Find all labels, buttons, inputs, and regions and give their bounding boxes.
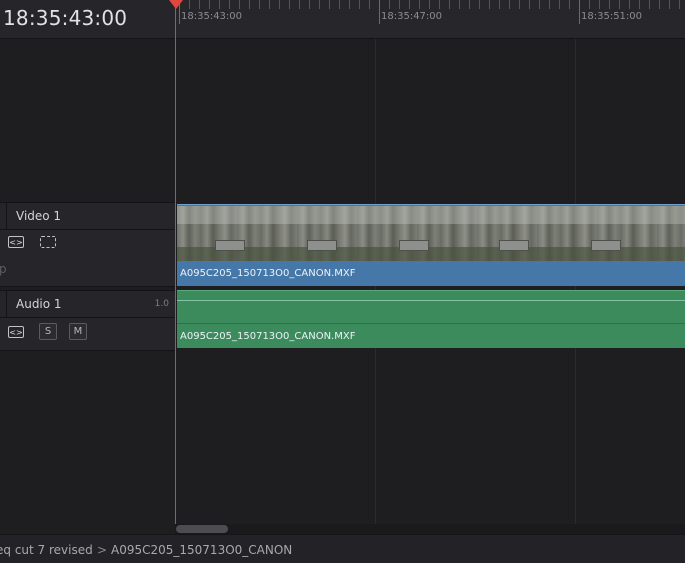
ruler-tick <box>259 0 260 9</box>
mute-button[interactable]: M <box>69 323 87 340</box>
ruler-tick <box>499 0 500 9</box>
ruler-tick <box>649 0 650 9</box>
ruler-tick <box>449 0 450 9</box>
ruler-tick <box>209 0 210 9</box>
ruler-tick <box>439 0 440 9</box>
ruler-tick <box>459 0 460 9</box>
ruler-tick <box>519 0 520 9</box>
playhead-handle[interactable] <box>169 0 183 9</box>
ruler-tick <box>349 0 350 9</box>
ruler-tick <box>579 0 580 24</box>
ruler-tick <box>329 0 330 9</box>
ruler-tick <box>669 0 670 9</box>
ruler-label-1: 18:35:43:00 <box>181 11 243 22</box>
ruler-tick <box>469 0 470 9</box>
ruler-label-3: 18:35:51:00 <box>581 11 643 22</box>
ruler-tick <box>279 0 280 9</box>
ruler-tick <box>309 0 310 9</box>
ruler-tick <box>189 0 190 9</box>
ruler-tick <box>409 0 410 9</box>
ruler-tick <box>239 0 240 9</box>
ruler-tick <box>399 0 400 9</box>
ruler-tick <box>219 0 220 9</box>
ruler-tick <box>629 0 630 9</box>
ruler-tick <box>299 0 300 9</box>
breadcrumb-parent[interactable]: eq cut 7 revised <box>0 543 93 557</box>
ruler-tick <box>529 0 530 9</box>
auto-track-selector-icon[interactable]: <> <box>8 236 24 248</box>
ruler-tick <box>319 0 320 9</box>
ruler-tick <box>249 0 250 9</box>
ruler-tick <box>569 0 570 9</box>
audio-track-name[interactable]: Audio 1 <box>16 297 62 311</box>
audio-clip[interactable]: A095C205_150713O0_CANON.MXF <box>177 290 685 348</box>
ruler-tick <box>389 0 390 9</box>
video-track-name[interactable]: Video 1 <box>16 209 61 223</box>
scrollbar-thumb[interactable] <box>176 525 228 533</box>
video-clip[interactable]: A095C205_150713O0_CANON.MXF <box>177 204 685 286</box>
ruler-tick <box>489 0 490 9</box>
ruler-tick <box>679 0 680 9</box>
ruler-tick <box>479 0 480 9</box>
ruler-tick <box>199 0 200 9</box>
ruler-tick <box>589 0 590 9</box>
ruler-tick <box>289 0 290 9</box>
ruler-tick <box>229 0 230 9</box>
audio-waveform-line <box>177 300 685 301</box>
ruler-tick <box>619 0 620 9</box>
filmstrip-icon[interactable] <box>40 236 56 248</box>
audio-track-level: 1.0 <box>154 299 169 309</box>
ruler-tick <box>509 0 510 9</box>
breadcrumb-separator: > <box>97 543 108 557</box>
ruler-tick <box>599 0 600 9</box>
solo-button[interactable]: S <box>39 323 57 340</box>
playhead-line[interactable] <box>175 0 176 524</box>
ruler-tick <box>429 0 430 9</box>
breadcrumb-current[interactable]: A095C205_150713O0_CANON <box>111 543 292 557</box>
ruler-label-2: 18:35:47:00 <box>381 11 443 22</box>
ruler-tick <box>379 0 380 24</box>
audio-clip-name: A095C205_150713O0_CANON.MXF <box>180 331 356 342</box>
ruler-tick <box>369 0 370 9</box>
ruler-tick <box>269 0 270 9</box>
video-track-header[interactable]: Video 1 <> p <box>0 202 175 287</box>
ruler-tick <box>359 0 360 9</box>
horizontal-scrollbar[interactable] <box>175 524 685 534</box>
ruler-tick <box>419 0 420 9</box>
ruler-tick <box>559 0 560 9</box>
ruler-tick <box>659 0 660 9</box>
clip-thumbnails <box>177 206 685 261</box>
ruler-tick <box>549 0 550 9</box>
audio-track-header[interactable]: Audio 1 1.0 <> S M <box>0 290 175 351</box>
ruler-tick <box>339 0 340 9</box>
ruler-tick <box>609 0 610 9</box>
ruler-tick <box>639 0 640 9</box>
current-timecode[interactable]: 18:35:43:00 <box>3 6 127 30</box>
video-clip-name: A095C205_150713O0_CANON.MXF <box>180 268 356 279</box>
auto-track-selector-icon[interactable]: <> <box>8 326 24 338</box>
ruler-tick <box>539 0 540 9</box>
track-header-text: p <box>0 262 7 276</box>
